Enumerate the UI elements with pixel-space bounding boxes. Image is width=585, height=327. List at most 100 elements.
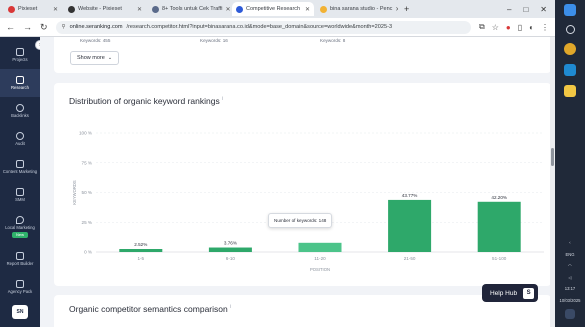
sidebar-item-audit[interactable]: Audit [0, 125, 40, 153]
sidebar-item-research[interactable]: Research [0, 69, 40, 97]
close-icon[interactable]: ✕ [53, 6, 58, 13]
y-tick-label: 100 % [79, 131, 92, 136]
browser-tab[interactable]: bina sarana studio - Penc ✕ [316, 2, 398, 16]
sidebar-item-label: Local Marketing [5, 225, 35, 230]
bar-data-label: 42.20% [491, 195, 507, 200]
sidebar-item-label: SMM [15, 196, 25, 202]
help-hub-label: Help Hub [490, 289, 518, 297]
avatar[interactable]: SN [12, 305, 28, 319]
edge-app-icon[interactable] [564, 64, 576, 76]
help-hub-button[interactable]: Help Hub S [482, 284, 539, 302]
keywords-count: Keywords: 16 [200, 38, 228, 43]
y-tick-label: 0 % [84, 250, 92, 255]
google-favicon-icon [152, 5, 159, 13]
close-window-button[interactable]: ✕ [540, 5, 547, 14]
bar-6-10 [208, 247, 252, 252]
keyword-rankings-bar-chart: 0 % 25 % 50 % 75 % 100 % KEYWORDS 2.52% 1-5 3.76… [72, 131, 544, 272]
pixieset-favicon-icon [68, 5, 75, 13]
volume-icon[interactable]: ◁ [568, 275, 571, 280]
menu-dots-icon[interactable]: ⋮ [541, 23, 549, 32]
research-icon [16, 75, 24, 84]
clock-time[interactable]: 13:17 [565, 286, 575, 291]
file-explorer-icon[interactable] [564, 85, 576, 97]
window-controls: – □ ✕ [507, 5, 555, 14]
forward-arrow-icon[interactable]: → [23, 22, 32, 32]
sidebar-item-local-marketing[interactable]: Local Marketing New [0, 209, 40, 245]
tab-label: bina sarana studio - Penc [330, 6, 393, 12]
bar-51-100 [477, 201, 521, 252]
close-icon[interactable]: ✕ [137, 6, 142, 13]
x-tick-label: 1-5 [137, 256, 144, 261]
keywords-count: Keywords: 8 [320, 38, 346, 43]
tooltip-text: Number of keywords: 148 [274, 218, 327, 223]
agency-icon [16, 279, 24, 288]
sidebar-item-backlinks[interactable]: Backlinks [0, 97, 40, 125]
close-icon[interactable]: ✕ [225, 6, 230, 13]
new-badge: New [11, 231, 28, 238]
bar-data-label: 3.76% [224, 241, 237, 246]
browser-extensions: ⧉ ☆ ● ▯ ◐ ⋮ [479, 22, 549, 32]
site-info-icon[interactable]: ⚲ [62, 24, 66, 30]
browser-tab[interactable]: Pixieset ✕ [4, 2, 62, 16]
content-icon [16, 159, 24, 168]
browser-toolbar: ← → ↻ ⚲ online.seranking.com/research.co… [0, 18, 555, 37]
new-tab-button[interactable]: + [400, 4, 413, 14]
maximize-button[interactable]: □ [523, 5, 528, 14]
sidebar-item-content-marketing[interactable]: Content Marketing [0, 153, 40, 181]
language-indicator[interactable]: ENG [565, 252, 574, 257]
seranking-favicon-icon [236, 5, 243, 13]
browser-tab[interactable]: Website - Pixieset ✕ [64, 2, 146, 16]
info-icon[interactable]: i [230, 304, 231, 310]
address-bar[interactable]: ⚲ online.seranking.com/research.competit… [55, 20, 472, 34]
tab-label: Website - Pixieset [78, 6, 122, 12]
x-tick-label: 6-10 [226, 256, 236, 261]
x-tick-label: 51-100 [492, 256, 507, 261]
bar-data-label: 2.52% [134, 242, 147, 247]
report-icon [16, 251, 24, 260]
sidebar-item-label: Agency Pack [7, 288, 33, 294]
minimize-button[interactable]: – [507, 5, 511, 14]
section-title: Organic competitor semantics comparison … [69, 304, 231, 314]
sidebar-icon[interactable]: ▯ [518, 23, 522, 32]
chrome-app-icon[interactable] [564, 43, 576, 55]
scrollbar-thumb[interactable] [551, 148, 554, 166]
bar-1-5 [119, 249, 163, 252]
windows-start-icon[interactable] [564, 4, 576, 16]
sidebar-item-label: Backlinks [11, 112, 29, 118]
back-arrow-icon[interactable]: ← [6, 22, 15, 32]
app-sidebar: Projects Research Backlinks Audit Conten… [0, 37, 40, 327]
y-tick-label: 50 % [82, 190, 92, 195]
browser-tab-bar: Pixieset ✕ Website - Pixieset ✕ 8+ Tools… [0, 0, 555, 18]
translate-icon[interactable]: ⧉ [479, 22, 485, 32]
competitors-card: Keywords: 455 Keywords: 16 Keywords: 8 S… [54, 37, 551, 73]
x-tick-label: 21-50 [404, 256, 416, 261]
url-host: online.seranking.com [69, 24, 123, 30]
show-more-label: Show more [77, 55, 105, 61]
show-more-button[interactable]: Show more ⌄ [70, 51, 120, 65]
close-icon[interactable]: ✕ [395, 6, 398, 13]
browser-tab-active[interactable]: Competitive Research ✕ [232, 2, 314, 16]
y-tick-label: 75 % [82, 160, 92, 165]
reload-icon[interactable]: ↻ [40, 22, 48, 33]
audit-icon [16, 131, 24, 140]
close-icon[interactable]: ✕ [305, 6, 310, 13]
sidebar-item-agency-pack[interactable]: Agency Pack [0, 273, 40, 301]
x-axis-label: POSITION [310, 267, 330, 272]
profile-icon[interactable]: ◐ [529, 23, 534, 32]
url-path: /research.competitor.html?input=binasara… [126, 24, 393, 30]
notification-icon[interactable] [565, 309, 575, 319]
extension-icon[interactable]: ● [506, 23, 511, 32]
keywords-count: Keywords: 455 [80, 38, 111, 43]
browser-tab[interactable]: 8+ Tools untuk Cek Traffi ✕ [148, 2, 230, 16]
main-content: Keywords: 455 Keywords: 16 Keywords: 8 S… [40, 37, 555, 327]
sidebar-item-report-builder[interactable]: Report Builder [0, 245, 40, 273]
chart-tooltip: Number of keywords: 148 [268, 213, 333, 228]
sidebar-item-projects[interactable]: Projects [0, 41, 40, 69]
semantics-comparison-card: Organic competitor semantics comparison … [54, 295, 551, 327]
wifi-icon[interactable]: ◠ [568, 263, 572, 268]
bookmark-star-icon[interactable]: ☆ [492, 23, 499, 32]
search-icon[interactable] [565, 25, 575, 34]
chevron-up-icon[interactable]: ‹ [569, 240, 570, 245]
clock-date[interactable]: 10/03/2025 [560, 298, 581, 303]
sidebar-item-smm[interactable]: SMM [0, 181, 40, 209]
